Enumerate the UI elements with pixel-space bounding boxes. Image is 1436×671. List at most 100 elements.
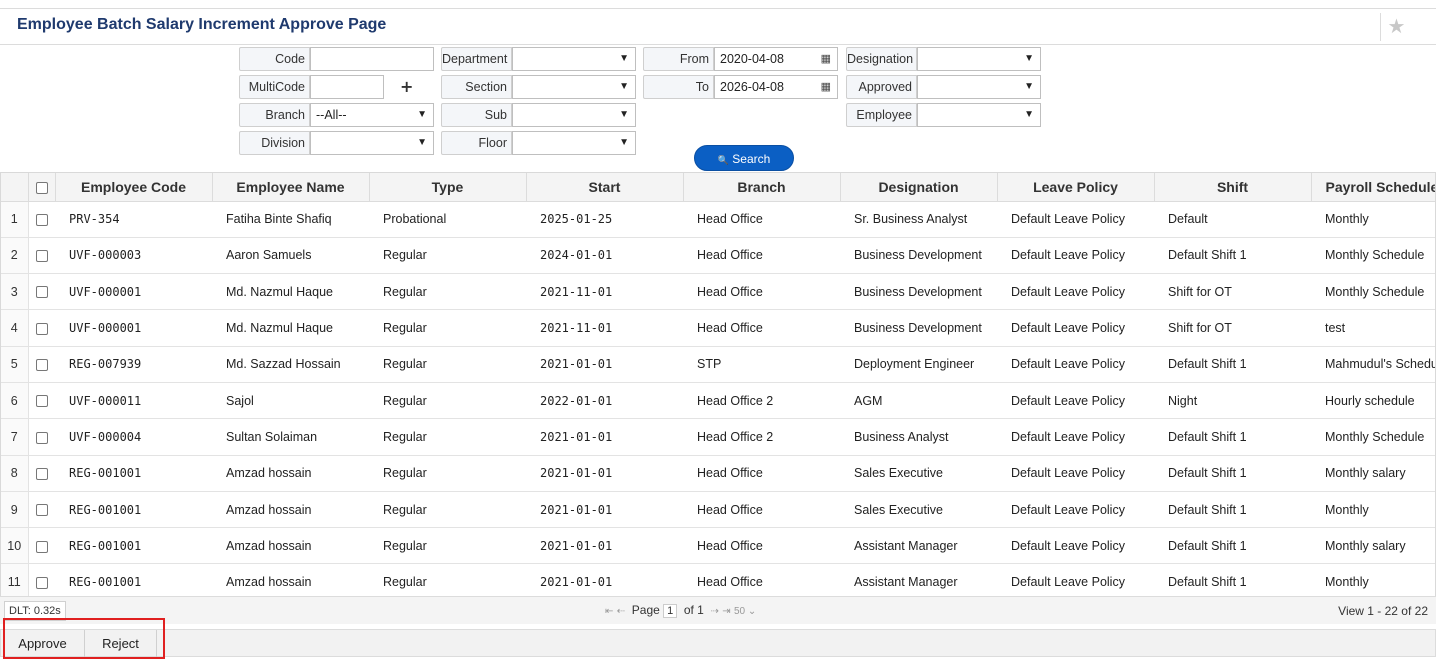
prev-page-icon[interactable]: ⇠ [617,606,625,617]
table-row[interactable]: 9 REG-001001 Amzad hossain Regular 2021-01-0… [1,491,1435,529]
row-checkbox[interactable] [35,359,48,372]
cell-branch: Head Office [683,527,840,565]
cell-type: Regular [369,273,526,311]
branch-select[interactable]: --All-- ▼ [310,103,434,127]
column-header[interactable]: Employee Code [55,173,213,202]
cell-shift: Default Shift 1 [1154,527,1311,565]
sub-select[interactable]: ▼ [512,103,636,127]
division-select[interactable]: ▼ [310,131,434,155]
row-number: 11 [1,563,29,601]
select-all-checkbox[interactable] [35,182,48,195]
row-select-cell[interactable] [28,455,55,492]
cell-start: 2024-01-01 [526,237,683,275]
cell-designation: Deployment Engineer [840,346,997,383]
cell-code: REG-007939 [55,346,212,383]
grid-pager: DLT: 0.32s ⇤ ⇠ Page 1 of 1 ⇢ ⇥ 50 ⌄ View… [0,596,1436,624]
designation-select[interactable]: ▼ [917,47,1041,71]
cell-payroll: Monthly [1311,201,1435,238]
page-number-input[interactable]: 1 [663,604,678,618]
row-checkbox[interactable] [35,431,48,444]
cell-type: Regular [369,346,526,383]
to-date-input[interactable]: 2026-04-08 ▦ [714,75,838,99]
cell-leave: Default Leave Policy [997,382,1154,420]
row-select-cell[interactable] [28,237,55,275]
row-select-cell[interactable] [28,273,55,311]
floor-select[interactable]: ▼ [512,131,636,155]
last-page-icon[interactable]: ⇥ [722,606,730,617]
search-button[interactable]: 🔍 Search [694,145,794,171]
department-select[interactable]: ▼ [512,47,636,71]
chevron-down-icon: ▼ [619,137,629,148]
employee-grid: Employee Code Employee Name Type Start B… [0,172,1436,624]
row-checkbox[interactable] [35,467,48,480]
cell-designation: AGM [840,382,997,420]
from-date-input[interactable]: 2020-04-08 ▦ [714,47,838,71]
row-checkbox[interactable] [35,504,48,517]
cell-shift: Shift for OT [1154,273,1311,311]
row-select-cell[interactable] [28,563,55,601]
cell-type: Probational [369,201,526,238]
cell-name: Amzad hossain [212,455,369,492]
column-header[interactable]: Leave Policy [997,173,1155,202]
column-header[interactable]: Shift [1154,173,1312,202]
calendar-icon[interactable]: ▦ [821,48,831,70]
row-checkbox[interactable] [35,213,48,226]
cell-type: Regular [369,563,526,601]
page-label: Page [631,603,660,617]
first-page-icon[interactable]: ⇤ [605,606,613,617]
column-header[interactable]: Payroll Schedule [1311,173,1435,202]
favorite-button[interactable]: ★ [1380,13,1412,41]
cell-shift: Default Shift 1 [1154,491,1311,529]
row-select-cell[interactable] [28,382,55,420]
employee-select[interactable]: ▼ [917,103,1041,127]
cell-branch: STP [683,346,840,383]
section-select[interactable]: ▼ [512,75,636,99]
row-checkbox[interactable] [35,286,48,299]
row-select-cell[interactable] [28,527,55,565]
row-checkbox[interactable] [35,395,48,408]
cell-branch: Head Office [683,455,840,492]
row-select-cell[interactable] [28,201,55,238]
row-select-cell[interactable] [28,309,55,347]
row-number: 9 [1,491,29,529]
table-row[interactable]: 10 REG-001001 Amzad hossain Regular 2021-01-… [1,527,1435,565]
cell-branch: Head Office [683,237,840,275]
cell-code: UVF-000011 [55,382,212,420]
highlight-box [3,618,165,659]
column-header[interactable]: Type [369,173,527,202]
row-select-cell[interactable] [28,418,55,456]
department-label: Department [441,47,512,71]
code-input[interactable] [310,47,434,71]
column-header[interactable]: Designation [840,173,998,202]
table-row[interactable]: 5 REG-007939 Md. Sazzad Hossain Regular 2021… [1,346,1435,383]
table-row[interactable]: 7 UVF-000004 Sultan Solaiman Regular 2021-01… [1,418,1435,456]
table-row[interactable]: 2 UVF-000003 Aaron Samuels Regular 2024-01-0… [1,237,1435,275]
cell-designation: Business Development [840,309,997,347]
table-row[interactable]: 8 REG-001001 Amzad hossain Regular 2021-01-0… [1,455,1435,492]
approved-select[interactable]: ▼ [917,75,1041,99]
row-checkbox[interactable] [35,250,48,263]
select-all-header[interactable] [28,173,56,202]
add-multicode-button[interactable]: + [400,77,413,96]
next-page-icon[interactable]: ⇢ [711,606,719,617]
cell-branch: Head Office [683,273,840,311]
row-select-cell[interactable] [28,346,55,383]
column-header[interactable]: Branch [683,173,841,202]
row-select-cell[interactable] [28,491,55,529]
rows-per-page-select[interactable]: 50 ⌄ [734,606,756,617]
table-row[interactable]: 11 REG-001001 Amzad hossain Regular 2021-01-… [1,563,1435,601]
column-header[interactable]: Start [526,173,684,202]
table-row[interactable]: 3 UVF-000001 Md. Nazmul Haque Regular 2021-1… [1,273,1435,311]
multicode-input[interactable] [310,75,384,99]
row-checkbox[interactable] [35,576,48,589]
row-checkbox[interactable] [35,540,48,553]
column-header[interactable]: Employee Name [212,173,370,202]
row-checkbox[interactable] [35,322,48,335]
calendar-icon[interactable]: ▦ [821,76,831,98]
table-row[interactable]: 4 UVF-000001 Md. Nazmul Haque Regular 2021-1… [1,309,1435,347]
table-row[interactable]: 1 PRV-354 Fatiha Binte Shafiq Probational 20… [1,201,1435,238]
search-button-label: Search [732,152,771,166]
table-row[interactable]: 6 UVF-000011 Sajol Regular 2022-01-01 Head Of… [1,382,1435,420]
cell-name: Amzad hossain [212,527,369,565]
cell-start: 2025-01-25 [526,201,683,238]
